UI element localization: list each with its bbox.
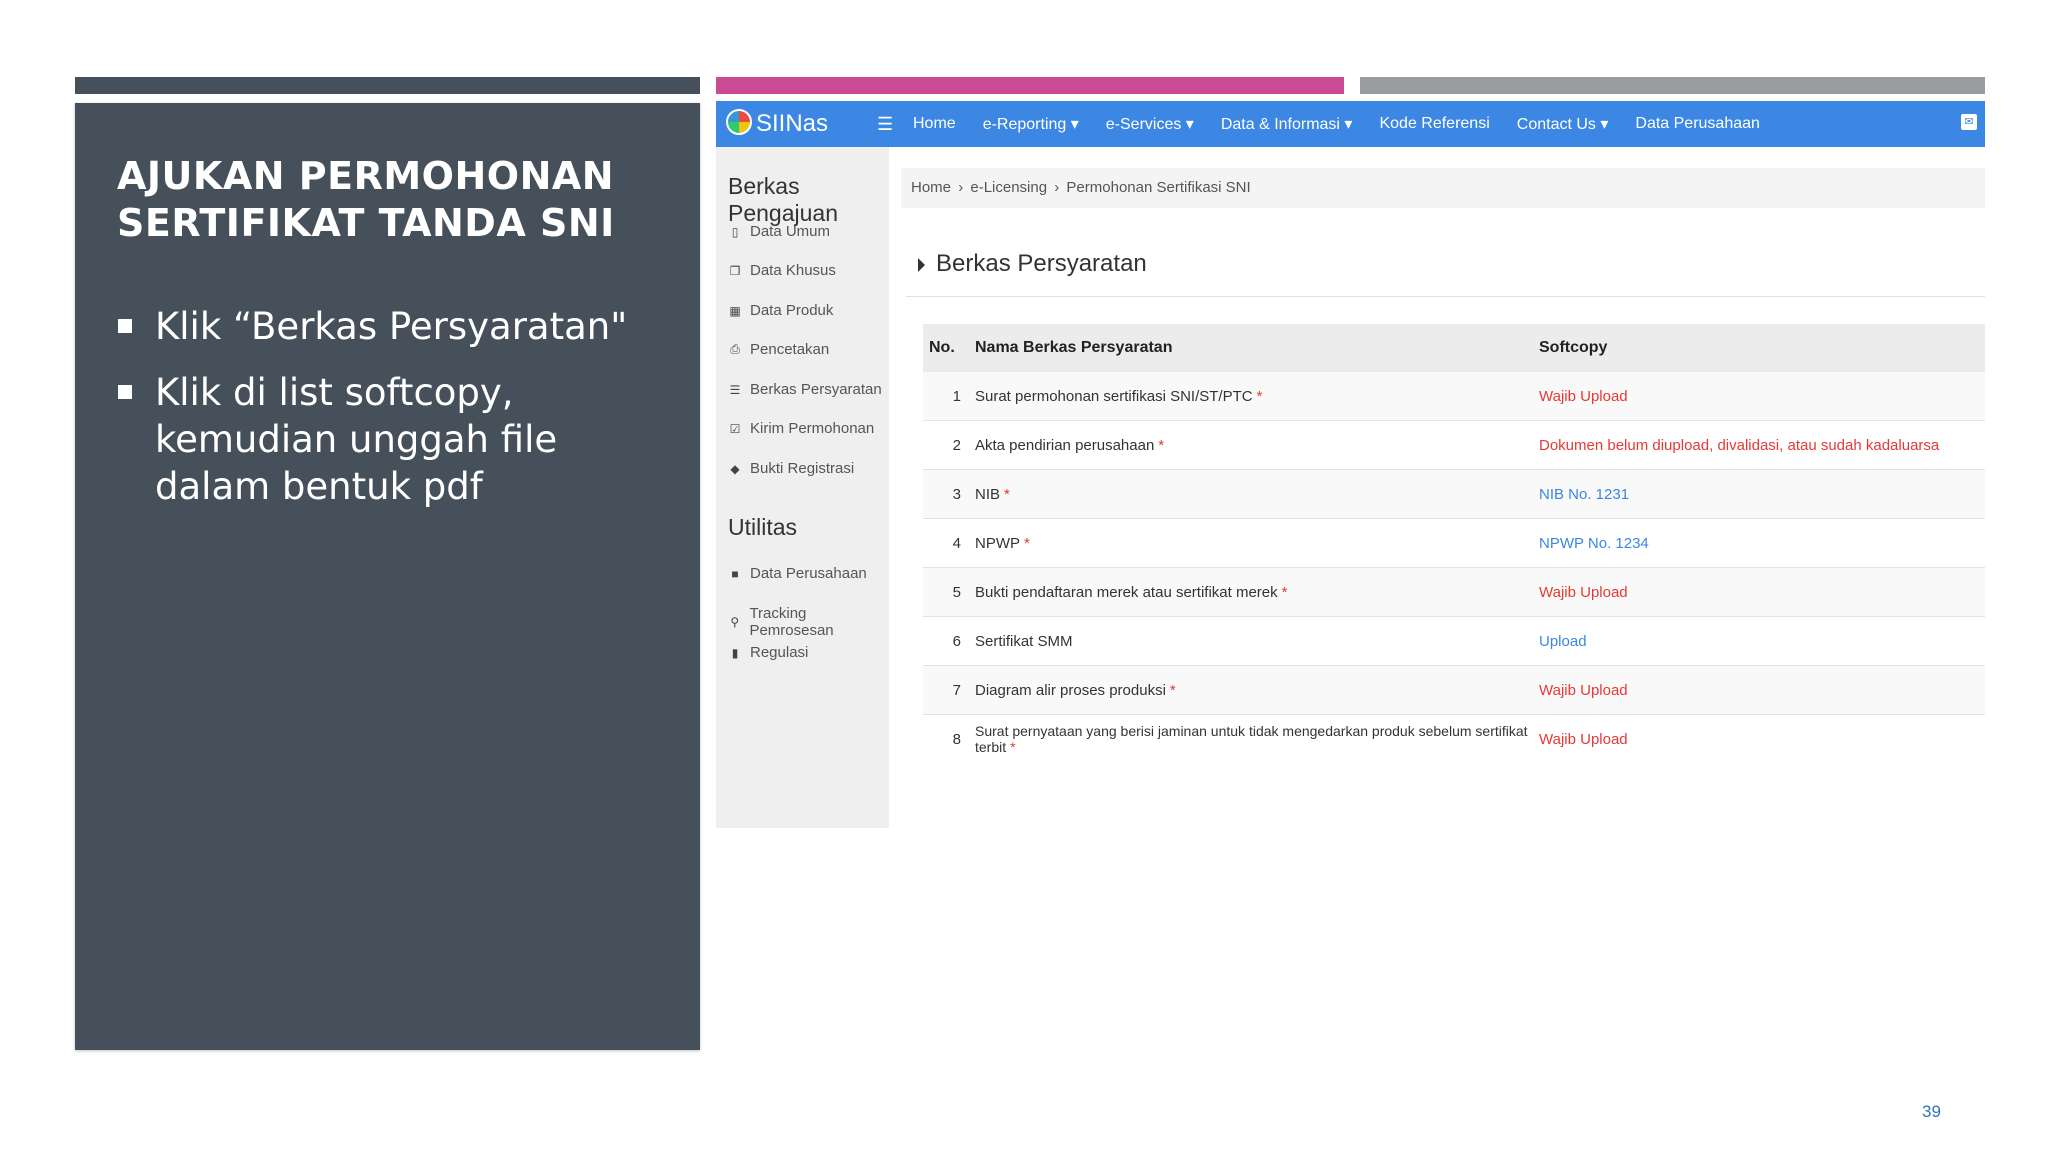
sidebar-heading-berkas: Berkas Pengajuan: [728, 173, 838, 226]
sidebar: Berkas Pengajuan ▯ Data Umum ❐ Data Khusus…: [716, 147, 889, 828]
nav-home[interactable]: Home: [913, 115, 956, 133]
nav-contact-us[interactable]: Contact Us ▾: [1517, 114, 1609, 134]
required-mark: *: [1256, 387, 1263, 405]
softcopy-link[interactable]: Wajib Upload: [1539, 682, 1628, 699]
breadcrumb-e-licensing[interactable]: e-Licensing: [970, 179, 1047, 196]
search-icon: ⚲: [730, 615, 740, 629]
softcopy-link[interactable]: Wajib Upload: [1539, 584, 1628, 601]
header-softcopy: Softcopy: [1539, 339, 1608, 356]
briefcase-icon: ■: [731, 566, 739, 581]
instruction-item: Klik di list softcopy, kemudian unggah f…: [117, 369, 677, 510]
softcopy-link[interactable]: NPWP No. 1234: [1539, 535, 1649, 552]
table-row: 6 Sertifikat SMM Upload: [923, 617, 1985, 666]
table-header: No. Nama Berkas Persyaratan Softcopy: [923, 324, 1985, 372]
accent-bar-gray: [1360, 77, 1985, 94]
table-row: 1 Surat permohonan sertifikasi SNI/ST/PT…: [923, 372, 1985, 421]
softcopy-link[interactable]: Dokumen belum diupload, divalidasi, atau…: [1539, 437, 1939, 454]
mail-icon[interactable]: ✉: [1961, 114, 1977, 130]
instruction-list: Klik “Berkas Persyaratan" Klik di list s…: [117, 303, 677, 529]
breadcrumb-home[interactable]: Home: [911, 179, 951, 196]
table-row: 8 Surat pernyataan yang berisi jaminan u…: [952, 723, 1628, 755]
bullet-square-icon: [118, 385, 132, 399]
breadcrumb: Home › e-Licensing › Permohonan Sertifik…: [901, 168, 1985, 208]
nav-e-reporting[interactable]: e-Reporting ▾: [983, 114, 1079, 134]
softcopy-link[interactable]: Wajib Upload: [1539, 388, 1628, 405]
breadcrumb-separator-icon: ›: [1054, 179, 1060, 196]
bullet-square-icon: [118, 319, 132, 333]
sidebar-item-data-umum[interactable]: ▯ Data Umum: [728, 223, 830, 240]
section-divider: [906, 296, 1985, 297]
softcopy-link[interactable]: Wajib Upload: [1539, 731, 1628, 748]
files-icon: ❐: [729, 263, 741, 278]
header-no: No.: [929, 339, 955, 356]
required-mark: *: [1281, 583, 1288, 601]
table-row: 3 NIB * NIB No. 1231: [923, 470, 1985, 519]
sidebar-item-kirim-permohonan[interactable]: ☑ Kirim Permohonan: [728, 420, 875, 437]
table-row: 4 NPWP * NPWP No. 1234: [923, 519, 1985, 568]
sidebar-item-berkas-persyaratan[interactable]: ☰ Berkas Persyaratan: [728, 381, 882, 398]
hamburger-menu-icon[interactable]: ☰: [877, 114, 893, 135]
section-title[interactable]: Berkas Persyaratan: [916, 250, 1147, 278]
breadcrumb-separator-icon: ›: [958, 179, 964, 196]
softcopy-link[interactable]: Upload: [1539, 633, 1587, 650]
instruction-panel: AJUKAN PERMOHONAN SERTIFIKAT TANDA SNI K…: [75, 103, 700, 1050]
instruction-item: Klik “Berkas Persyaratan": [117, 303, 677, 350]
page-number: 39: [1922, 1102, 1941, 1121]
sidebar-item-data-khusus[interactable]: ❐ Data Khusus: [728, 262, 836, 279]
list-icon: ☰: [729, 382, 741, 397]
nav-data-perusahaan[interactable]: Data Perusahaan: [1635, 115, 1760, 133]
required-mark: *: [1024, 534, 1030, 552]
brand-name[interactable]: SIINas: [756, 110, 828, 138]
sidebar-item-tracking[interactable]: ⚲ Tracking Pemrosesan: [728, 605, 889, 639]
book-icon: ▮: [731, 645, 739, 660]
breadcrumb-current: Permohonan Sertifikasi SNI: [1066, 179, 1251, 196]
sidebar-item-data-produk[interactable]: ▦ Data Produk: [728, 302, 833, 319]
checkbox-icon: ☑: [729, 421, 741, 436]
table-row: 2 Akta pendirian perusahaan * Dokumen bel…: [923, 421, 1985, 470]
file-icon: ▯: [731, 224, 739, 239]
sidebar-item-regulasi[interactable]: ▮ Regulasi: [728, 644, 809, 661]
nav-e-services[interactable]: e-Services ▾: [1106, 114, 1194, 134]
sidebar-item-data-perusahaan[interactable]: ■ Data Perusahaan: [728, 565, 866, 582]
softcopy-link[interactable]: NIB No. 1231: [1539, 486, 1629, 503]
app-screenshot: SIINas ☰ Home e-Reporting ▾ e-Services ▾…: [716, 101, 1985, 828]
siinas-logo-icon: [726, 109, 752, 135]
print-icon: ⎙: [730, 342, 740, 356]
tag-icon: ◆: [730, 461, 740, 476]
table-row: 7 Diagram alir proses produksi * Wajib Up…: [923, 666, 1985, 715]
sidebar-item-pencetakan[interactable]: ⎙ Pencetakan: [728, 341, 829, 358]
slide-title: AJUKAN PERMOHONAN SERTIFIKAT TANDA SNI: [117, 154, 615, 245]
required-mark: *: [1169, 681, 1176, 699]
table-row: 5 Bukti pendaftaran merek atau sertifika…: [923, 568, 1985, 617]
required-mark: *: [1004, 485, 1010, 503]
required-mark: *: [1158, 436, 1165, 454]
nav-kode-referensi[interactable]: Kode Referensi: [1379, 115, 1489, 133]
nav-data-informasi[interactable]: Data & Informasi ▾: [1221, 114, 1353, 134]
required-mark: *: [1010, 739, 1016, 755]
accent-bar-pink: [716, 77, 1344, 94]
requirements-table: No. Nama Berkas Persyaratan Softcopy 1 S…: [923, 324, 1985, 763]
sidebar-item-bukti-registrasi[interactable]: ◆ Bukti Registrasi: [728, 460, 854, 477]
table-icon: ▦: [729, 303, 741, 318]
accent-bar-dark: [75, 77, 700, 94]
top-navbar: SIINas ☰ Home e-Reporting ▾ e-Services ▾…: [716, 101, 1985, 147]
header-nama: Nama Berkas Persyaratan: [975, 339, 1173, 356]
nav-menu: Home e-Reporting ▾ e-Services ▾ Data & I…: [913, 101, 1787, 147]
sidebar-heading-utilitas: Utilitas: [728, 514, 798, 540]
